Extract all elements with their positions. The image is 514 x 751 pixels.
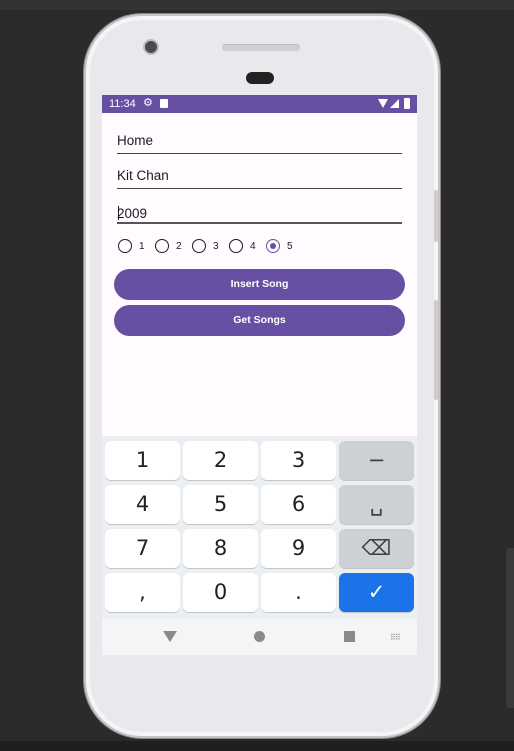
insert-song-button[interactable]: Insert Song (114, 269, 405, 300)
text-cursor (118, 206, 119, 220)
volume-button[interactable] (434, 300, 438, 400)
singer-input[interactable]: Kit Chan (117, 164, 402, 189)
key-8[interactable]: 8 (183, 529, 258, 568)
side-panel-handle[interactable] (506, 548, 514, 708)
key-2[interactable]: 2 (183, 441, 258, 480)
key-4[interactable]: 4 (105, 485, 180, 524)
power-button[interactable] (434, 190, 438, 242)
navigation-bar: ⠿⠿ (102, 619, 417, 655)
song-title-input[interactable]: Home (117, 129, 402, 154)
key-5[interactable]: 5 (183, 485, 258, 524)
radio-circle-selected (266, 239, 280, 253)
radio-label: 5 (287, 241, 293, 252)
device-screen: 11:34 ⚙ Home Kit Chan 2009 1 2 3 4 5 Ins… (102, 95, 417, 655)
year-input[interactable]: 2009 (117, 198, 402, 224)
radio-label: 4 (250, 241, 256, 252)
get-songs-button[interactable]: Get Songs (114, 305, 405, 336)
radio-label: 2 (176, 241, 182, 252)
recents-icon[interactable] (344, 631, 355, 642)
status-time: 11:34 (109, 98, 136, 110)
enter-key[interactable]: ✓ (339, 573, 414, 612)
window-bottom-bar (0, 741, 514, 751)
period-key[interactable]: . (261, 573, 336, 612)
numeric-keyboard: 1 2 3 − 4 5 6 ␣ 7 8 9 ⌫ , 0 . ✓ (102, 436, 417, 619)
radio-circle (229, 239, 243, 253)
keyboard-switch-icon[interactable]: ⠿⠿ (390, 633, 401, 642)
year-value: 2009 (117, 206, 148, 221)
space-key[interactable]: ␣ (339, 485, 414, 524)
status-bar: 11:34 ⚙ (102, 95, 417, 113)
home-icon[interactable] (254, 631, 265, 642)
window-top-bar (0, 0, 514, 10)
key-7[interactable]: 7 (105, 529, 180, 568)
sd-card-icon (160, 99, 168, 108)
wifi-icon (378, 99, 388, 108)
radio-circle (118, 239, 132, 253)
key-6[interactable]: 6 (261, 485, 336, 524)
key-1[interactable]: 1 (105, 441, 180, 480)
key-3[interactable]: 3 (261, 441, 336, 480)
singer-value: Kit Chan (117, 168, 169, 183)
settings-icon: ⚙ (143, 97, 153, 109)
back-icon[interactable] (163, 631, 177, 642)
comma-key[interactable]: , (105, 573, 180, 612)
backspace-key[interactable]: ⌫ (339, 529, 414, 568)
key-9[interactable]: 9 (261, 529, 336, 568)
key-0[interactable]: 0 (183, 573, 258, 612)
stars-radio-group: 1 2 3 4 5 (118, 239, 408, 257)
proximity-sensor (246, 72, 274, 84)
signal-icon (390, 99, 399, 108)
battery-icon (404, 98, 410, 109)
radio-label: 1 (139, 241, 145, 252)
radio-circle (155, 239, 169, 253)
radio-circle (192, 239, 206, 253)
front-camera (143, 39, 159, 55)
song-title-value: Home (117, 133, 154, 148)
earpiece-speaker (222, 44, 300, 51)
radio-label: 3 (213, 241, 219, 252)
minus-key[interactable]: − (339, 441, 414, 480)
